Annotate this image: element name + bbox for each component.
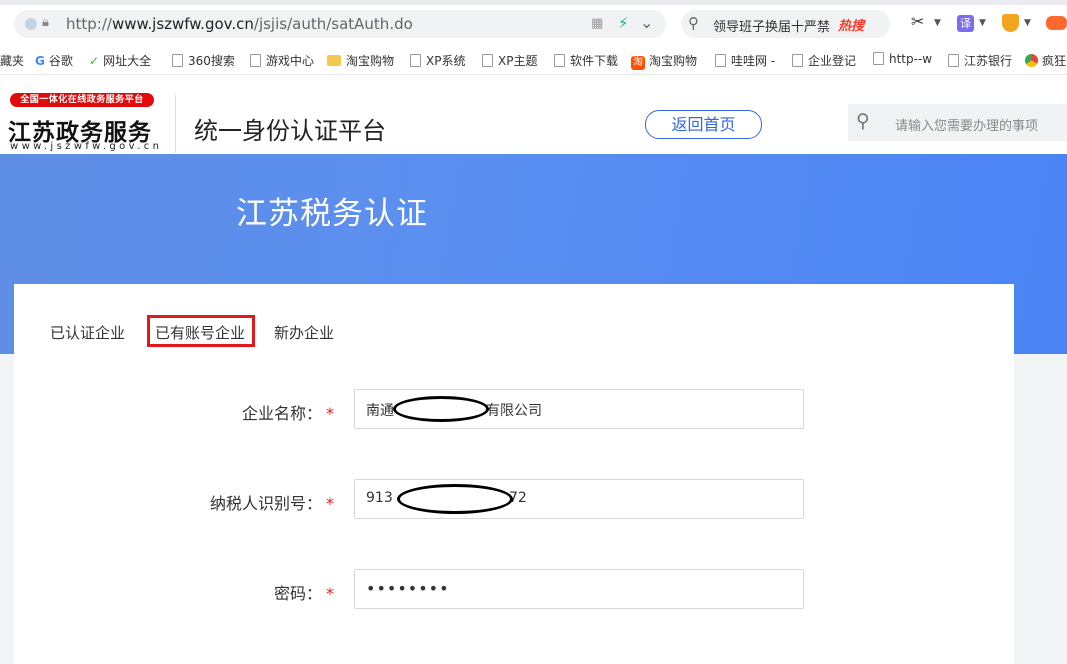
chevron-down-icon[interactable]: ⌄ — [640, 13, 653, 32]
site-search[interactable]: ⚲ 请输入您需要办理的事项 — [848, 104, 1067, 141]
bookmark-item[interactable]: 哇哇网 - — [715, 52, 775, 69]
search-icon[interactable]: ⚲ — [856, 110, 870, 132]
bookmark-item[interactable]: ✓ 网址大全 — [89, 52, 151, 69]
header-divider — [175, 95, 176, 153]
required-mark: * — [326, 404, 334, 423]
password-field[interactable]: •••••••• — [354, 569, 804, 609]
page-icon — [948, 54, 959, 67]
chrome-icon — [1025, 54, 1038, 67]
page-icon — [410, 54, 421, 67]
page-icon — [250, 54, 261, 67]
tab-strip-edge — [0, 0, 1067, 5]
taobao-icon: 淘 — [631, 56, 645, 70]
qr-code-icon[interactable]: ▦ — [591, 16, 603, 31]
lightning-icon[interactable]: ⚡︎ — [618, 14, 629, 32]
tab-certified-company[interactable]: 已认证企业 — [50, 322, 125, 343]
bookmark-item[interactable]: XP系统 — [410, 52, 465, 69]
password-value: •••••••• — [366, 579, 450, 598]
page-icon — [792, 54, 803, 67]
bookmark-item[interactable]: 软件下载 — [554, 52, 618, 69]
platform-title: 统一身份认证平台 — [194, 117, 386, 145]
page-icon — [482, 54, 493, 67]
bookmark-item[interactable]: 藏夹 — [0, 52, 24, 69]
bookmark-item[interactable]: 淘淘宝购物 — [631, 52, 697, 70]
search-input[interactable]: 请输入您需要办理的事项 — [895, 115, 1038, 134]
scissors-icon[interactable]: ✂︎ — [911, 12, 924, 31]
bookmark-item[interactable]: 企业登记 — [792, 52, 856, 69]
company-name-field[interactable]: 南通 有限公司 — [354, 389, 804, 429]
page-icon — [873, 52, 884, 65]
bookmarks-bar: 藏夹 G 谷歌 ✓ 网址大全 360搜索 游戏中心 淘宝购物 XP系统 XP主题 软… — [0, 48, 1067, 75]
company-name-value-end: 有限公司 — [486, 403, 542, 419]
hot-search-badge[interactable]: 热搜 — [838, 15, 864, 34]
chevron-down-icon[interactable]: ▼ — [1024, 18, 1031, 28]
chevron-down-icon[interactable]: ▼ — [934, 18, 941, 28]
required-mark: * — [326, 584, 334, 603]
site-logo-domain: www.jszwfw.gov.cn — [10, 141, 163, 152]
tab-new-company[interactable]: 新办企业 — [274, 322, 334, 343]
url-text[interactable]: http://www.jszwfw.gov.cn/jsjis/auth/satA… — [66, 15, 413, 33]
site-header: 全国一体化在线政务服务平台 江苏政务服务 www.jszwfw.gov.cn 统… — [0, 75, 1067, 154]
page-title: 江苏税务认证 — [236, 196, 428, 232]
folder-icon — [327, 55, 341, 66]
bookmark-item[interactable]: XP主题 — [482, 52, 537, 69]
logo-badge: 全国一体化在线政务服务平台 — [10, 93, 154, 107]
hao-icon: ✓ — [89, 54, 100, 68]
page-icon — [715, 54, 726, 67]
home-button[interactable]: 返回首页 — [645, 110, 762, 139]
bookmark-item[interactable]: http--w — [873, 52, 932, 66]
gamepad-icon[interactable] — [1046, 16, 1067, 30]
bookmark-item[interactable]: 疯狂 — [1025, 52, 1066, 69]
taxpayer-id-value-start: 913 — [366, 490, 393, 506]
taxpayer-id-label: 纳税人识别号： * — [209, 494, 334, 513]
chevron-down-icon[interactable]: ▼ — [979, 18, 986, 28]
bookmark-item[interactable]: 360搜索 — [172, 52, 235, 69]
company-name-value-start: 南通 — [366, 403, 394, 419]
tab-existing-account-company[interactable]: 已有账号企业 — [155, 322, 245, 343]
bookmark-item[interactable]: 游戏中心 — [250, 52, 314, 69]
browser-toolbar: 🔒︎ http://www.jszwfw.gov.cn/jsjis/auth/s… — [0, 0, 1067, 48]
redaction-mark — [397, 484, 513, 514]
search-query[interactable]: 领导班子换届十严禁 — [713, 16, 830, 35]
translate-icon[interactable]: 译 — [957, 15, 974, 32]
bookmark-item[interactable]: 淘宝购物 — [327, 52, 394, 69]
taxpayer-id-field[interactable]: 913 72 — [354, 479, 804, 519]
page-icon — [554, 54, 565, 67]
required-mark: * — [326, 494, 334, 513]
bookmark-item[interactable]: 江苏银行 — [948, 52, 1012, 69]
redaction-mark — [393, 396, 489, 422]
site-info-icon[interactable] — [25, 18, 37, 30]
password-label: 密码： * — [273, 584, 334, 603]
auth-card: 已认证企业 已有账号企业 新办企业 企业名称： * 南通 有限公司 纳税人识别号：… — [14, 284, 1014, 664]
search-icon: ⚲ — [688, 14, 699, 32]
address-bar[interactable]: 🔒︎ http://www.jszwfw.gov.cn/jsjis/auth/s… — [14, 10, 666, 38]
browser-search-box[interactable]: ⚲ 领导班子换届十严禁 热搜 — [681, 10, 890, 38]
bookmark-item[interactable]: G 谷歌 — [35, 52, 73, 69]
page-icon — [172, 54, 183, 67]
company-name-label: 企业名称： * — [241, 404, 334, 423]
insecure-lock-icon[interactable]: 🔒︎ — [42, 15, 49, 30]
shield-icon[interactable] — [1002, 14, 1019, 32]
google-icon: G — [35, 54, 45, 68]
